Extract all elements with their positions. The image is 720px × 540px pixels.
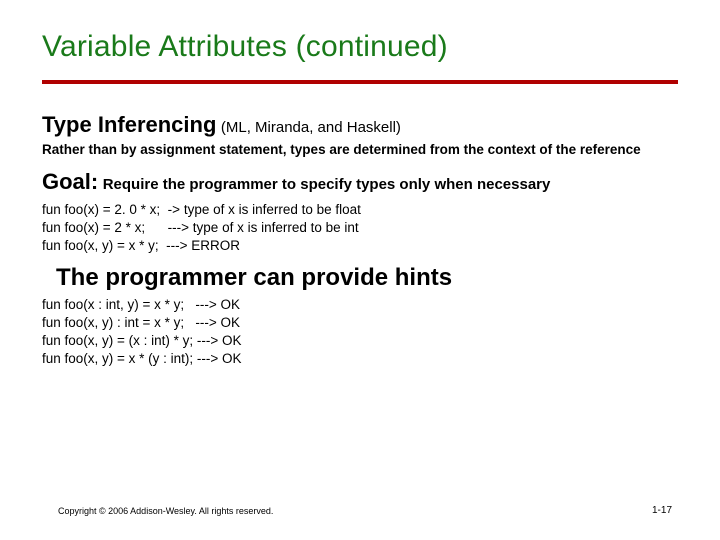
goal-text-content: Require the programmer to specify types … [103, 176, 551, 193]
code-example-1: fun foo(x) = 2. 0 * x; -> type of x is i… [42, 201, 678, 256]
slide-title: Variable Attributes (continued) [42, 30, 448, 64]
title-rule [42, 80, 678, 84]
copyright-text: Copyright © 2006 Addison-Wesley. All rig… [58, 506, 273, 516]
slide: Variable Attributes (continued) Type Inf… [0, 0, 720, 540]
type-inferencing-heading-line: Type Inferencing (ML, Miranda, and Haske… [42, 112, 678, 138]
type-inferencing-description: Rather than by assignment statement, typ… [42, 142, 678, 159]
type-inferencing-languages: (ML, Miranda, and Haskell) [221, 119, 401, 136]
goal-line: Goal: Require the programmer to specify … [42, 169, 678, 195]
slide-body: Type Inferencing (ML, Miranda, and Haske… [42, 112, 678, 368]
page-number: 1-17 [652, 505, 672, 516]
hints-heading: The programmer can provide hints [56, 264, 678, 292]
goal-heading: Goal: [42, 169, 98, 194]
code-example-2: fun foo(x : int, y) = x * y; ---> OK fun… [42, 296, 678, 369]
type-inferencing-heading: Type Inferencing [42, 112, 216, 137]
